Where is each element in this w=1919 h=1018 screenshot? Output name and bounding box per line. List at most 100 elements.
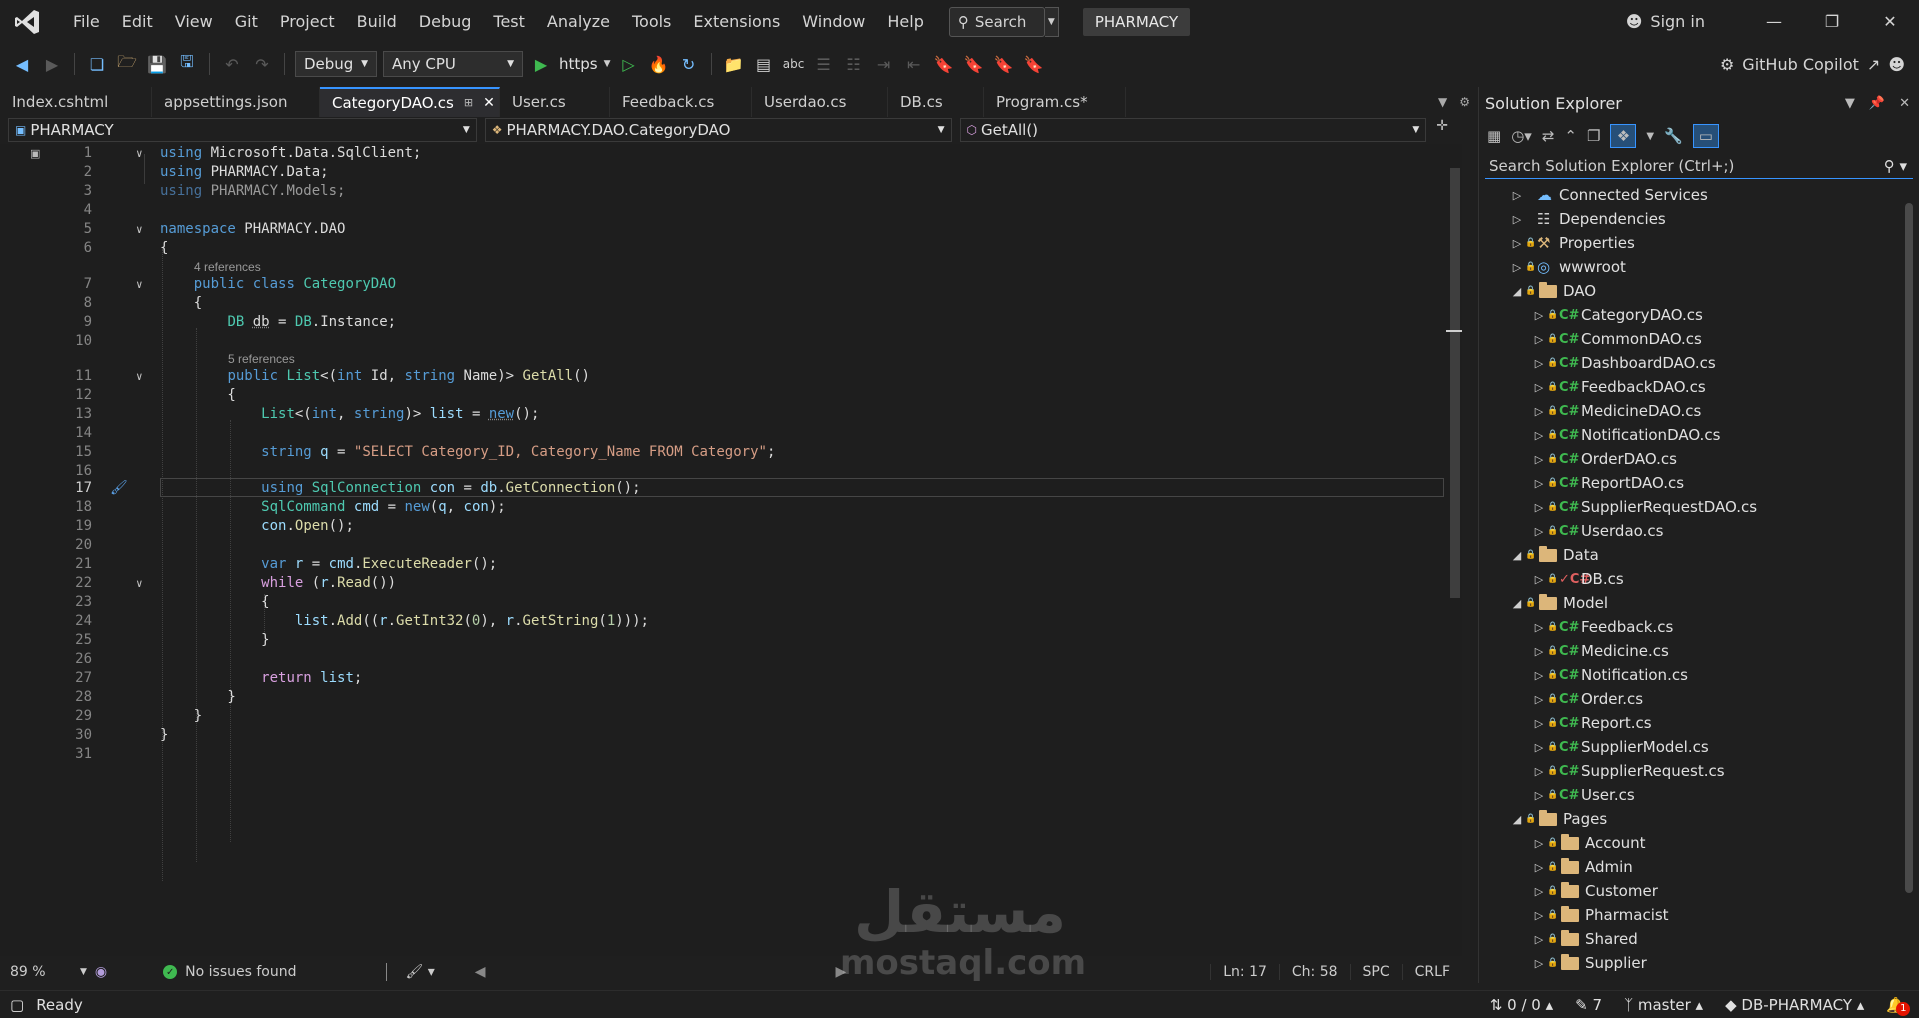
- feedback-person-icon[interactable]: ☻: [1888, 55, 1905, 74]
- comment-icon[interactable]: ☰: [812, 52, 836, 76]
- tree-item[interactable]: ▷ 🔒 ⚒ Properties: [1509, 231, 1635, 255]
- pin-icon[interactable]: 📌: [1869, 96, 1885, 111]
- search-button[interactable]: ⚲ Search: [948, 6, 1045, 37]
- tab-user-cs[interactable]: User.cs: [500, 87, 610, 117]
- save-all-icon[interactable]: 🖫: [175, 52, 199, 76]
- save-icon[interactable]: 💾: [145, 52, 169, 76]
- close-window-button[interactable]: ✕: [1861, 12, 1919, 31]
- collapsed-arrow-icon[interactable]: ▷: [1531, 453, 1547, 466]
- menu-file[interactable]: File: [62, 0, 111, 43]
- menu-window[interactable]: Window: [791, 0, 876, 43]
- tab-feedback-cs[interactable]: Feedback.cs: [610, 87, 752, 117]
- collapsed-arrow-icon[interactable]: ▷: [1531, 765, 1547, 778]
- close-icon[interactable]: ✕: [1899, 96, 1910, 111]
- collapsed-arrow-icon[interactable]: ▷: [1531, 621, 1547, 634]
- collapsed-arrow-icon[interactable]: ▷: [1531, 501, 1547, 514]
- show-all-files-icon[interactable]: ❐: [1587, 127, 1600, 145]
- branch-selector[interactable]: ᛉ master ▴: [1624, 996, 1703, 1014]
- start-without-debugging-icon[interactable]: ▷: [617, 52, 641, 76]
- preview-selected-icon[interactable]: ▭: [1692, 124, 1719, 148]
- tree-item[interactable]: ▷ 🔒 C# SupplierModel.cs: [1531, 735, 1709, 759]
- collapsed-arrow-icon[interactable]: ▷: [1531, 357, 1547, 370]
- tree-item[interactable]: ▷ 🔒 C# Order.cs: [1531, 687, 1643, 711]
- tree-item[interactable]: ▷ 🔒 Account: [1531, 831, 1646, 855]
- pin-icon[interactable]: ⊞: [464, 88, 473, 118]
- tree-item[interactable]: ▷ 🔒 ✓C# DB.cs: [1531, 567, 1624, 591]
- outdent-icon[interactable]: ⇤: [902, 52, 926, 76]
- tree-item[interactable]: ◢ 🔒 Model: [1509, 591, 1608, 615]
- chevron-down-icon[interactable]: ▼: [604, 59, 611, 69]
- tree-item[interactable]: ▷ 🔒 ◎ wwwroot: [1509, 255, 1626, 279]
- tree-item[interactable]: ▷ 🔒 C# Report.cs: [1531, 711, 1652, 735]
- zoom-level[interactable]: 89 %: [10, 964, 80, 980]
- tree-item[interactable]: ▷ 🔒 Supplier: [1531, 951, 1647, 975]
- scroll-left-icon[interactable]: ◀: [475, 964, 486, 980]
- bookmark-icon[interactable]: 🔖: [932, 52, 956, 76]
- new-project-icon[interactable]: ❏: [85, 52, 109, 76]
- code-editor[interactable]: ▣ 1 ∨ using Microsoft.Data.SqlClient; 2 usi…: [0, 144, 1446, 956]
- collapsed-arrow-icon[interactable]: ▷: [1531, 669, 1547, 682]
- search-dropdown-button[interactable]: ▼: [1044, 6, 1059, 37]
- tree-item[interactable]: ▷ 🔒 C# MedicineDAO.cs: [1531, 399, 1702, 423]
- close-tab-icon[interactable]: ✕: [483, 88, 495, 118]
- tab-categorydao-cs[interactable]: CategoryDAO.cs ⊞ ✕: [320, 87, 500, 117]
- forward-icon[interactable]: ▶: [40, 52, 64, 76]
- tab-list-dropdown-icon[interactable]: ▼: [1438, 95, 1447, 109]
- chevron-down-icon[interactable]: ▼: [80, 967, 87, 977]
- collapsed-arrow-icon[interactable]: ▷: [1531, 693, 1547, 706]
- member-selector[interactable]: ⬡ GetAll() ▼: [959, 118, 1427, 142]
- changes-indicator[interactable]: ⇅ 0 / 0 ▴: [1490, 996, 1553, 1014]
- collapsed-arrow-icon[interactable]: ▷: [1531, 909, 1547, 922]
- collapsed-arrow-icon[interactable]: ▷: [1531, 837, 1547, 850]
- sync-icon[interactable]: ⇄: [1542, 127, 1555, 145]
- menu-help[interactable]: Help: [876, 0, 934, 43]
- tab-program-cs[interactable]: Program.cs*: [984, 87, 1126, 117]
- tree-item[interactable]: ▷ 🔒 C# ReportDAO.cs: [1531, 471, 1684, 495]
- tree-item[interactable]: ▷ 🔒 C# User.cs: [1531, 783, 1635, 807]
- back-icon[interactable]: ◀: [10, 52, 34, 76]
- tree-item[interactable]: ▷ 🔒 Admin: [1531, 855, 1633, 879]
- notifications-button[interactable]: 🔔 1: [1886, 996, 1911, 1016]
- menu-analyze[interactable]: Analyze: [536, 0, 621, 43]
- next-bookmark-icon[interactable]: 🔖: [992, 52, 1016, 76]
- code-cleanup-brush-icon[interactable]: 🖌 ▾: [405, 964, 434, 980]
- codelens-references[interactable]: 5 references: [228, 352, 295, 366]
- collapsed-arrow-icon[interactable]: ▷: [1509, 189, 1525, 202]
- tree-item[interactable]: ▷ 🔒 C# SupplierRequestDAO.cs: [1531, 495, 1757, 519]
- solution-explorer-search[interactable]: Search Solution Explorer (Ctrl+;) ⚲ ▾: [1485, 153, 1913, 179]
- collapsed-arrow-icon[interactable]: ▷: [1531, 933, 1547, 946]
- tree-item[interactable]: ▷ 🔒 C# Feedback.cs: [1531, 615, 1674, 639]
- switch-views-icon[interactable]: ▦: [1487, 127, 1501, 145]
- configuration-select[interactable]: Debug ▼: [295, 51, 377, 77]
- copilot-status-icon[interactable]: ◉: [95, 964, 107, 980]
- tree-scroll-thumb[interactable]: [1905, 203, 1913, 893]
- hot-reload-icon[interactable]: 🔥: [647, 52, 671, 76]
- collapsed-arrow-icon[interactable]: ▷: [1531, 405, 1547, 418]
- menu-view[interactable]: View: [164, 0, 224, 43]
- tree-item[interactable]: ▷ 🔒 Pharmacist: [1531, 903, 1669, 927]
- issues-indicator[interactable]: ✓ No issues found: [163, 964, 296, 980]
- tree-item[interactable]: ▷ 🔒 C# DashboardDAO.cs: [1531, 351, 1716, 375]
- start-debugging-icon[interactable]: ▶: [529, 52, 553, 76]
- tab-appsettings-json[interactable]: appsettings.json: [152, 87, 320, 117]
- tree-item[interactable]: ▷ 🔒 C# SupplierRequest.cs: [1531, 759, 1725, 783]
- panel-menu-icon[interactable]: ▼: [1845, 96, 1855, 111]
- menu-debug[interactable]: Debug: [408, 0, 483, 43]
- run-target-button[interactable]: https: [559, 55, 598, 73]
- collapsed-arrow-icon[interactable]: ▷: [1531, 333, 1547, 346]
- properties-wrench-icon[interactable]: 🔧: [1664, 127, 1683, 145]
- sign-in-button[interactable]: ☻ Sign in: [1626, 12, 1705, 31]
- expanded-arrow-icon[interactable]: ◢: [1509, 597, 1525, 610]
- line-number[interactable]: Ln: 17: [1210, 964, 1279, 980]
- layout-icon[interactable]: ▤: [752, 52, 776, 76]
- spell-check-icon[interactable]: abc: [782, 52, 806, 76]
- collapsed-arrow-icon[interactable]: ▷: [1509, 237, 1525, 250]
- tab-index-cshtml[interactable]: Index.cshtml: [0, 87, 152, 117]
- indent-icon[interactable]: ⇥: [872, 52, 896, 76]
- restore-button[interactable]: ❐: [1803, 12, 1861, 31]
- collapse-all-icon[interactable]: ⌃: [1564, 127, 1577, 145]
- tree-item[interactable]: ▷ 🔒 Customer: [1531, 879, 1658, 903]
- expanded-arrow-icon[interactable]: ◢: [1509, 285, 1525, 298]
- repository-selector[interactable]: ◆ DB-PHARMACY ▴: [1725, 996, 1864, 1014]
- collapsed-arrow-icon[interactable]: ▷: [1531, 525, 1547, 538]
